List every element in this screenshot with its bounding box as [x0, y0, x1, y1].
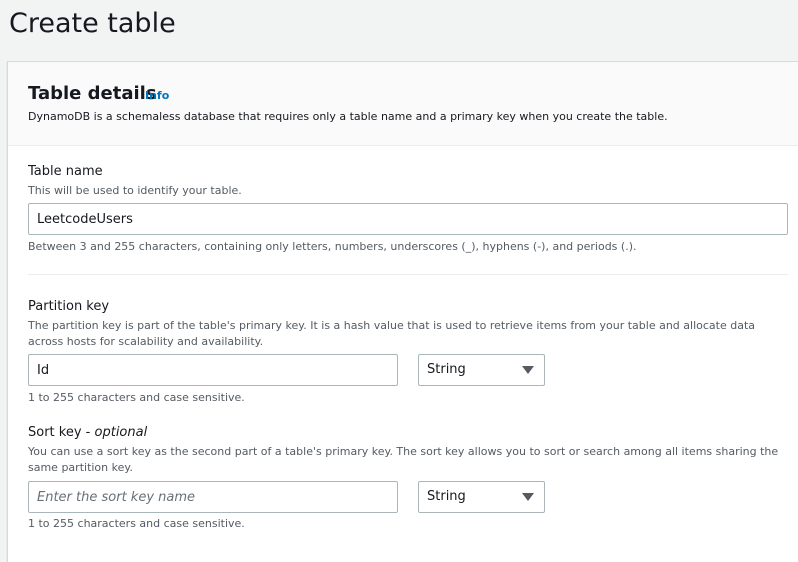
partition-key-type-select[interactable]: String: [418, 354, 545, 386]
table-name-input[interactable]: [28, 203, 788, 235]
sort-key-type-select[interactable]: String: [418, 481, 545, 513]
table-name-label: Table name: [28, 164, 103, 179]
partition-key-type-value: String: [427, 362, 466, 377]
caret-down-icon: [522, 493, 534, 501]
sort-key-constraint: 1 to 255 characters and case sensitive.: [28, 517, 245, 530]
sort-key-description: You can use a sort key as the second par…: [28, 445, 779, 474]
sort-key-label-text: Sort key: [28, 425, 82, 440]
divider: [28, 274, 788, 275]
panel-title: Table details: [28, 83, 157, 104]
sort-key-optional-label: optional: [94, 425, 148, 440]
partition-key-input[interactable]: [28, 354, 398, 386]
panel-description: DynamoDB is a schemaless database that r…: [28, 110, 668, 123]
page-title: Create table: [9, 8, 176, 39]
partition-key-constraint: 1 to 255 characters and case sensitive.: [28, 391, 245, 404]
partition-key-description: The partition key is part of the table's…: [28, 319, 756, 348]
info-link[interactable]: Info: [145, 89, 169, 103]
sort-key-type-value: String: [427, 489, 466, 504]
caret-down-icon: [522, 366, 534, 374]
sort-key-label: Sort key - optional: [28, 425, 148, 440]
partition-key-label: Partition key: [28, 299, 110, 314]
panel-header: Table details Info DynamoDB is a schemal…: [8, 62, 798, 146]
table-name-description: This will be used to identify your table…: [28, 184, 242, 197]
table-details-panel: Table details Info DynamoDB is a schemal…: [7, 61, 798, 562]
table-name-constraint: Between 3 and 255 characters, containing…: [28, 240, 637, 253]
sort-key-input[interactable]: [28, 481, 398, 513]
